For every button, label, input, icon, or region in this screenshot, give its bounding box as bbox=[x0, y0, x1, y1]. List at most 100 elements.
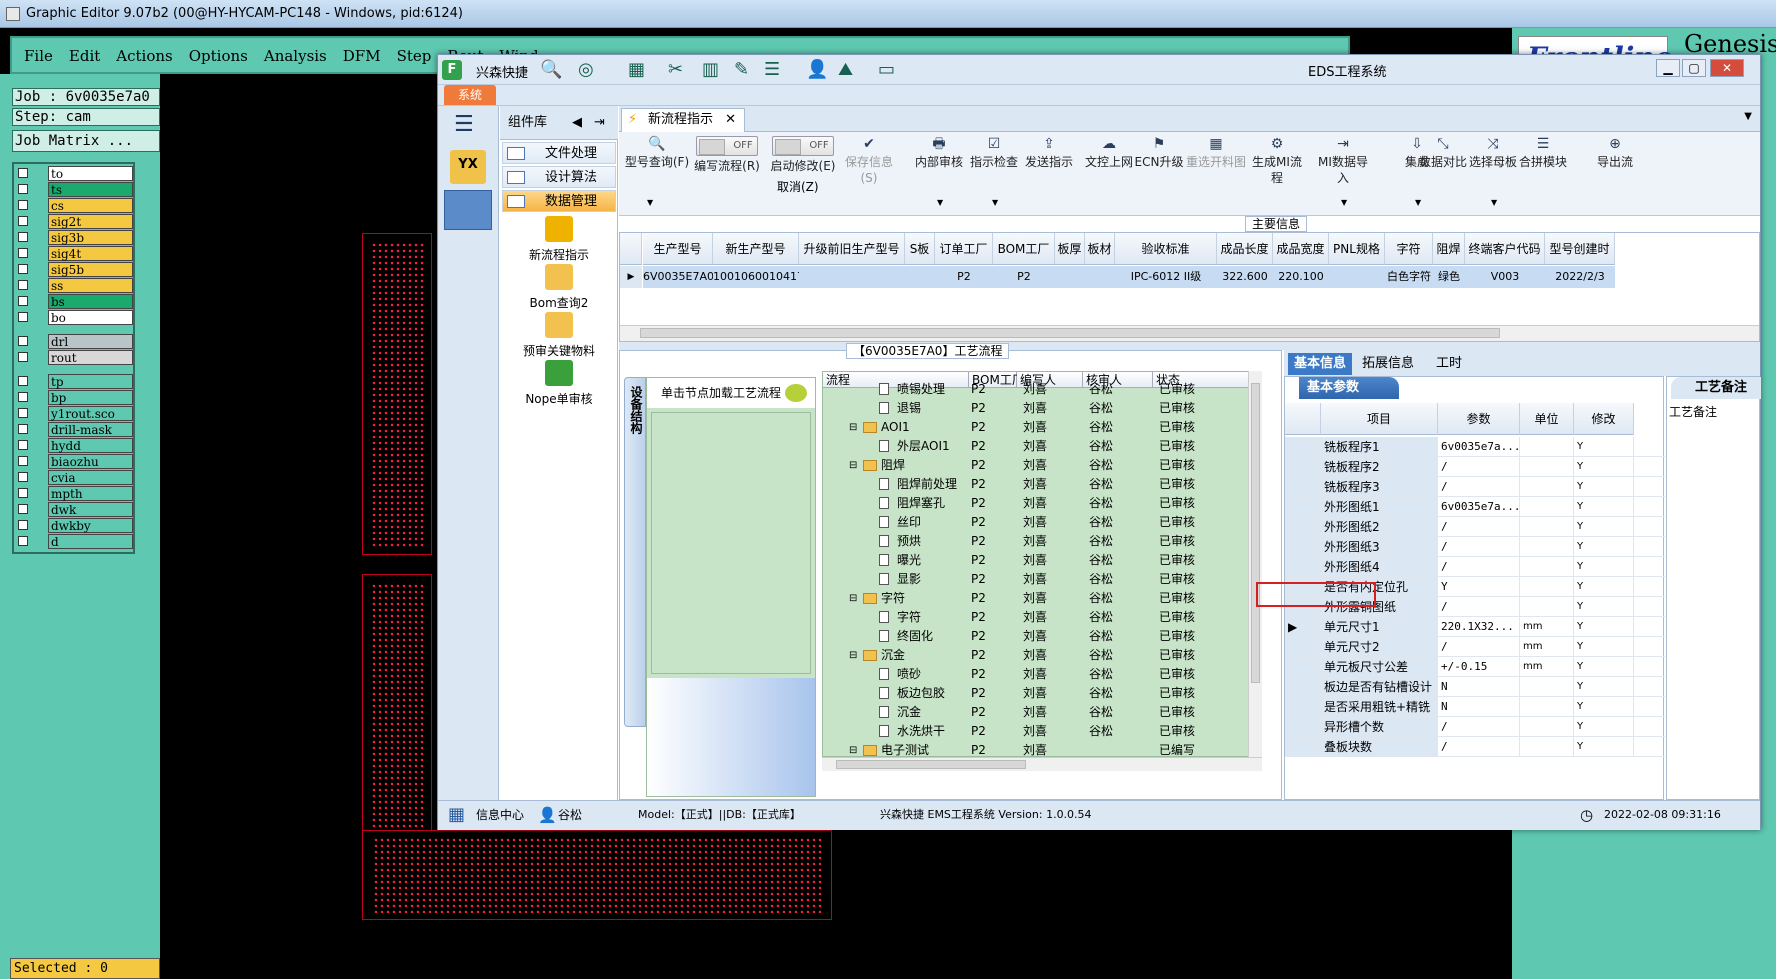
param-header[interactable]: 修改 bbox=[1574, 403, 1634, 435]
grid-cell[interactable]: 白色字符 bbox=[1385, 266, 1433, 288]
job-matrix-button[interactable]: Job Matrix ... bbox=[12, 130, 160, 152]
param-row[interactable]: 叠板块数 / Y bbox=[1285, 737, 1665, 757]
edit-icon[interactable]: ✎ bbox=[734, 59, 749, 80]
grid-header[interactable]: 成品宽度 bbox=[1273, 233, 1329, 265]
layer-checkbox[interactable] bbox=[18, 536, 28, 546]
layer-checkbox[interactable] bbox=[18, 408, 28, 418]
layer-row[interactable]: y1rout.sco bbox=[16, 406, 133, 421]
grid-header[interactable]: 订单工厂 bbox=[935, 233, 993, 265]
param-value[interactable]: 6v0035e7a... bbox=[1438, 497, 1520, 516]
tree-row[interactable]: ⊟ 沉金 P2 刘喜 谷松 已审核 bbox=[823, 646, 1251, 665]
toolbar-button[interactable]: ⚑ ECN升级 bbox=[1131, 136, 1187, 170]
step-field[interactable]: Step: cam bbox=[12, 108, 160, 126]
dropdown-arrow-icon[interactable]: ▼ bbox=[1341, 198, 1347, 207]
grid-cell[interactable]: 绿色 bbox=[1433, 266, 1465, 288]
splitter[interactable] bbox=[619, 342, 1760, 350]
param-modify[interactable]: Y bbox=[1574, 677, 1634, 696]
layer-row[interactable]: ts bbox=[16, 182, 133, 197]
info-tab[interactable]: 工时 bbox=[1430, 353, 1468, 375]
collapse-icon[interactable]: ⊟ bbox=[849, 589, 857, 608]
grid-icon[interactable]: ▦ bbox=[628, 59, 645, 80]
param-value[interactable]: Y bbox=[1438, 577, 1520, 596]
tree-row[interactable]: 水洗烘干 P2 刘喜 谷松 已审核 bbox=[823, 722, 1251, 741]
layer-row[interactable]: dwkby bbox=[16, 518, 133, 533]
grid-header[interactable]: 生产型号 bbox=[643, 233, 713, 265]
param-modify[interactable]: Y bbox=[1574, 537, 1634, 556]
param-row[interactable]: ▶ 单元尺寸1 220.1X32... mm Y bbox=[1285, 617, 1665, 637]
toolbar-button[interactable]: 🖶 内部审核 bbox=[911, 136, 967, 170]
layer-checkbox[interactable] bbox=[18, 264, 28, 274]
menu-item-actions[interactable]: Actions bbox=[116, 38, 172, 74]
grid-header[interactable]: 成品长度 bbox=[1217, 233, 1273, 265]
layer-checkbox[interactable] bbox=[18, 504, 28, 514]
dropdown-arrow-icon[interactable]: ▼ bbox=[647, 198, 653, 207]
layer-checkbox[interactable] bbox=[18, 168, 28, 178]
param-value[interactable]: / bbox=[1438, 457, 1520, 476]
menu-item-edit[interactable]: Edit bbox=[69, 38, 100, 74]
param-modify[interactable]: Y bbox=[1574, 497, 1634, 516]
tree-row[interactable]: 板边包胶 P2 刘喜 谷松 已审核 bbox=[823, 684, 1251, 703]
tree-row[interactable]: 预烘 P2 刘喜 谷松 已审核 bbox=[823, 532, 1251, 551]
nav-shortcut[interactable]: 预审关键物料 bbox=[500, 312, 618, 359]
tree-row[interactable]: 终固化 P2 刘喜 谷松 已审核 bbox=[823, 627, 1251, 646]
layer-row[interactable]: sig3b bbox=[16, 230, 133, 245]
dropdown-arrow-icon[interactable]: ▼ bbox=[1744, 111, 1752, 122]
grid-cell[interactable]: 322.600 bbox=[1217, 266, 1273, 288]
param-value[interactable]: / bbox=[1438, 737, 1520, 756]
menu-item-dfm[interactable]: DFM bbox=[343, 38, 381, 74]
param-row[interactable]: 是否采用粗铣+精铣 N Y bbox=[1285, 697, 1665, 717]
tab-new-process[interactable]: ⚡ 新流程指示 ✕ bbox=[621, 108, 745, 132]
param-row[interactable]: 单元板尺寸公差 +/-0.15 mm Y bbox=[1285, 657, 1665, 677]
layer-checkbox[interactable] bbox=[18, 488, 28, 498]
grid-header[interactable]: 板厚 bbox=[1055, 233, 1085, 265]
param-value[interactable]: / bbox=[1438, 517, 1520, 536]
nav-item[interactable]: 数据管理 bbox=[502, 190, 616, 212]
layer-row[interactable]: rout bbox=[16, 350, 133, 365]
menu-item-file[interactable]: File bbox=[24, 38, 53, 74]
menu-item-options[interactable]: Options bbox=[189, 38, 248, 74]
param-row[interactable]: 外形图纸4/ Y bbox=[1285, 557, 1665, 577]
param-modify[interactable]: Y bbox=[1574, 697, 1634, 716]
layer-row[interactable]: bs bbox=[16, 294, 133, 309]
grid-cell[interactable]: V003 bbox=[1465, 266, 1545, 288]
param-row[interactable]: 铣板程序3/ Y bbox=[1285, 477, 1665, 497]
chart-icon[interactable]: ⛰ bbox=[838, 59, 853, 80]
layer-row[interactable]: sig5b bbox=[16, 262, 133, 277]
layer-checkbox[interactable] bbox=[18, 424, 28, 434]
nav-shortcut[interactable]: Bom查询2 bbox=[500, 264, 618, 311]
toggle-switch[interactable]: OFF bbox=[772, 136, 834, 156]
layer-row[interactable]: to bbox=[16, 166, 133, 181]
nav-shortcut[interactable]: Nope单审核 bbox=[500, 360, 618, 407]
layer-row[interactable]: cvia bbox=[16, 470, 133, 485]
grid-header[interactable]: BOM工厂 bbox=[993, 233, 1055, 265]
layer-row[interactable]: mpth bbox=[16, 486, 133, 501]
minimize-button[interactable]: ▁ bbox=[1656, 59, 1680, 77]
layer-row[interactable]: drl bbox=[16, 334, 133, 349]
info-tab[interactable]: 基本信息 bbox=[1288, 353, 1353, 375]
toggle-switch[interactable]: OFF bbox=[696, 136, 758, 156]
grid-cell[interactable] bbox=[1329, 266, 1385, 288]
vtab-equipment[interactable]: 设备结构 bbox=[624, 377, 646, 727]
toolbar-button[interactable]: ▦ 重选开料图 bbox=[1181, 136, 1251, 170]
grid-header[interactable]: PNL规格 bbox=[1329, 233, 1385, 265]
param-modify[interactable]: Y bbox=[1574, 437, 1634, 456]
layer-checkbox[interactable] bbox=[18, 376, 28, 386]
toolbar-button[interactable]: ✔ 保存信息(S) bbox=[841, 136, 897, 186]
toolbar-button[interactable]: ⇪ 发送指示 bbox=[1021, 136, 1077, 170]
param-row[interactable]: 外形图纸1 6v0035e7a... Y bbox=[1285, 497, 1665, 517]
dropdown-arrow-icon[interactable]: ▼ bbox=[1491, 198, 1497, 207]
toolbar-button[interactable]: ☰ 合拼模块 bbox=[1515, 136, 1571, 170]
grid-cell[interactable] bbox=[905, 266, 935, 288]
param-value[interactable]: / bbox=[1438, 557, 1520, 576]
collapse-icon[interactable]: ⊟ bbox=[849, 418, 857, 437]
layer-checkbox[interactable] bbox=[18, 280, 28, 290]
grid-header[interactable]: 验收标准 bbox=[1115, 233, 1217, 265]
layer-row[interactable]: sig2t bbox=[16, 214, 133, 229]
param-modify[interactable]: Y bbox=[1574, 717, 1634, 736]
param-value[interactable]: +/-0.15 bbox=[1438, 657, 1520, 676]
param-header[interactable]: 项目 bbox=[1321, 403, 1438, 435]
tree-row[interactable]: 退锡 P2 刘喜 谷松 已审核 bbox=[823, 399, 1251, 418]
param-header[interactable]: 单位 bbox=[1520, 403, 1574, 435]
list-icon[interactable]: ☰ bbox=[764, 59, 780, 80]
param-modify[interactable]: Y bbox=[1574, 657, 1634, 676]
